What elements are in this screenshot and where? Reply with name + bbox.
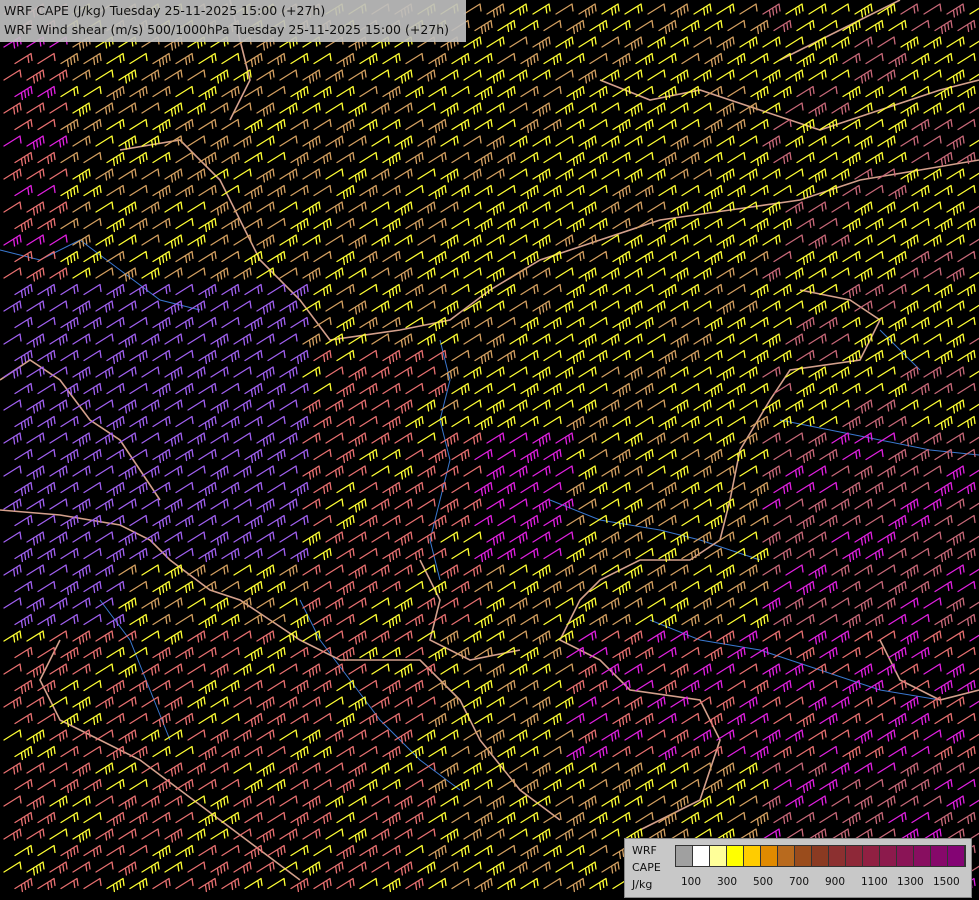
legend-swatch: [897, 846, 914, 866]
legend-tick-label: 500: [753, 876, 774, 888]
legend-swatch: [795, 846, 812, 866]
legend-tick-label: 700: [789, 876, 810, 888]
legend-swatch: [744, 846, 761, 866]
legend-swatch: [931, 846, 948, 866]
legend-tick-label: 1500: [933, 876, 960, 888]
legend-swatch: [761, 846, 778, 866]
legend-tick-label: 300: [717, 876, 738, 888]
legend-swatch: [880, 846, 897, 866]
legend-label-wrf: WRF: [632, 844, 657, 857]
legend-swatch: [812, 846, 829, 866]
legend-tick-label: 1100: [861, 876, 888, 888]
legend-tick-label: 1300: [897, 876, 924, 888]
legend-tick-label: 100: [681, 876, 702, 888]
legend-swatch: [727, 846, 744, 866]
legend-color-bar: [675, 845, 966, 867]
legend-label-unit: J/kg: [632, 878, 653, 891]
legend-swatch: [846, 846, 863, 866]
legend-label-cape: CAPE: [632, 861, 661, 874]
title-box: WRF CAPE (J/kg) Tuesday 25-11-2025 15:00…: [0, 0, 466, 42]
cape-legend: WRF CAPE J/kg 100 300 500 700 900 1100 1300 150…: [624, 838, 972, 898]
legend-swatch: [676, 846, 693, 866]
wind-shear-map: [0, 0, 979, 900]
legend-swatch: [693, 846, 710, 866]
legend-swatch: [914, 846, 931, 866]
legend-swatch: [948, 846, 965, 866]
legend-swatch: [829, 846, 846, 866]
title-wind-shear: WRF Wind shear (m/s) 500/1000hPa Tuesday…: [4, 22, 450, 37]
title-cape: WRF CAPE (J/kg) Tuesday 25-11-2025 15:00…: [4, 3, 326, 18]
legend-swatch: [863, 846, 880, 866]
legend-tick-label: 900: [825, 876, 846, 888]
legend-swatch: [710, 846, 727, 866]
legend-swatch: [778, 846, 795, 866]
